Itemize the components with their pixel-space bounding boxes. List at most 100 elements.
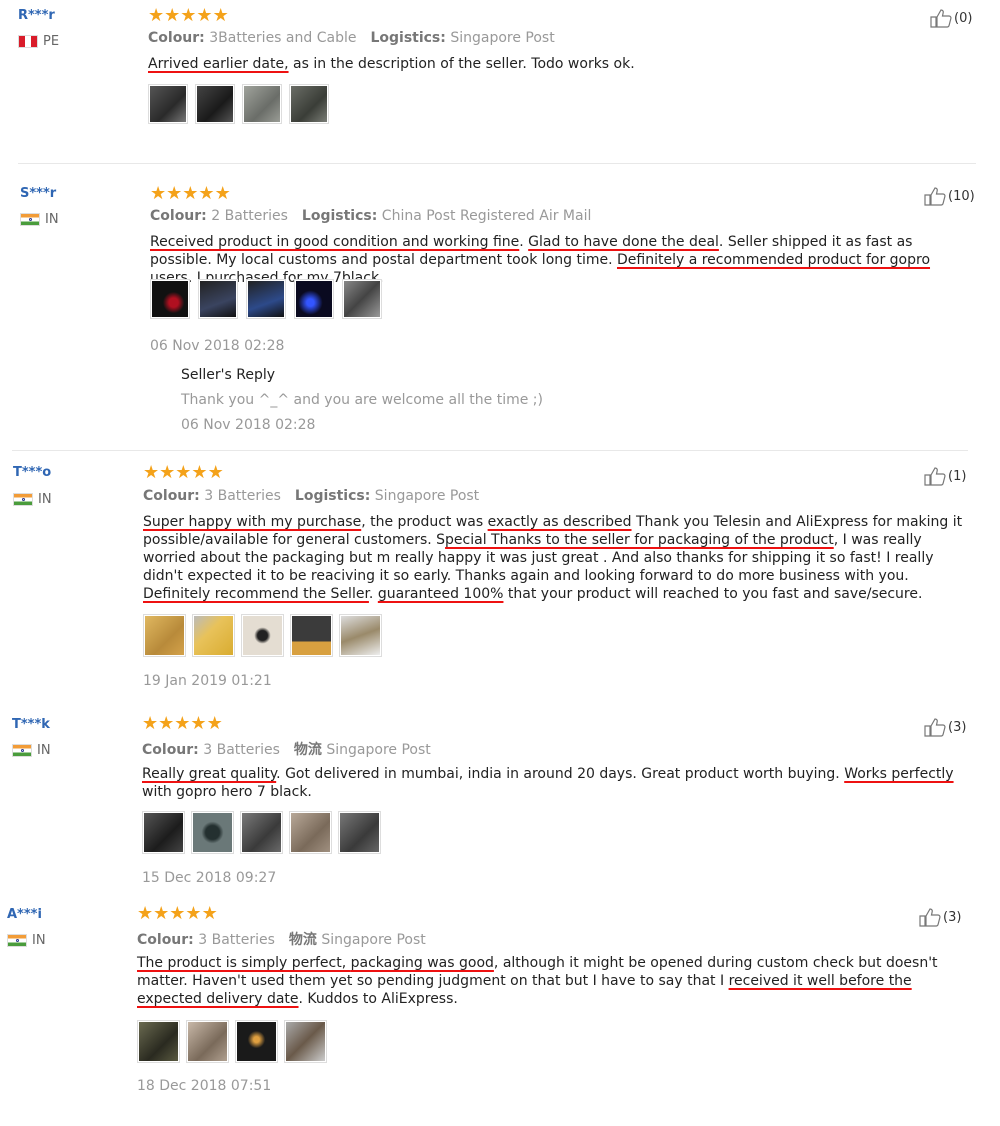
review-photo[interactable]: [342, 279, 382, 319]
india-flag-icon: [20, 213, 40, 226]
star-icon: ★: [196, 5, 213, 26]
review-photo[interactable]: [339, 614, 382, 657]
review-photo[interactable]: [246, 279, 286, 319]
star-icon: ★: [180, 5, 197, 26]
review-divider: [12, 450, 968, 451]
helpful-button[interactable]: (1): [924, 466, 966, 486]
order-info: Colour: 3 Batteries Logistics: Singapore …: [143, 488, 479, 504]
review-photos: [137, 1020, 327, 1063]
review-photo[interactable]: [338, 811, 381, 854]
review-text: Really great quality. Got delivered in m…: [142, 766, 954, 800]
logistics-value: Singapore Post: [374, 488, 480, 504]
review-item: A***i IN ★ ★ ★ ★ ★ Colour: 3 Batteries 物流 Sin…: [0, 900, 1000, 1110]
helpful-count: (10): [948, 188, 975, 204]
reviewer-name[interactable]: S***r: [20, 186, 56, 201]
star-icon: ★: [185, 903, 202, 924]
colour-value: 3Batteries and Cable: [209, 30, 357, 46]
helpful-count: (3): [948, 719, 967, 735]
star-rating: ★ ★ ★ ★ ★: [137, 905, 218, 923]
seller-reply-title: Seller's Reply: [181, 367, 276, 383]
star-icon: ★: [148, 5, 165, 26]
reviewer-country: PE: [18, 34, 59, 49]
logistics-label: Logistics:: [294, 488, 371, 504]
review-item: T***o IN ★ ★ ★ ★ ★ Colour: 3 Batteries Logist…: [0, 458, 1000, 698]
country-code: PE: [43, 34, 60, 49]
review-photo[interactable]: [186, 1020, 229, 1063]
logistics-value: China Post Registered Air Mail: [381, 208, 592, 224]
seller-reply-text: Thank you ^_^ and you are welcome all th…: [181, 392, 543, 408]
peru-flag-icon: [18, 35, 38, 48]
star-icon: ★: [142, 713, 159, 734]
colour-label: Colour:: [143, 488, 200, 504]
review-photo[interactable]: [150, 279, 190, 319]
star-rating: ★ ★ ★ ★ ★: [148, 7, 229, 25]
reviewer-name[interactable]: A***i: [7, 907, 42, 922]
review-photo[interactable]: [148, 84, 188, 124]
logistics-value: Singapore Post: [326, 742, 431, 758]
helpful-button[interactable]: (0): [930, 8, 972, 28]
review-photo[interactable]: [290, 614, 333, 657]
review-text: Super happy with my purchase, the produc…: [143, 514, 963, 602]
thumbs-up-icon: [924, 718, 946, 737]
star-icon: ★: [150, 183, 167, 204]
star-icon: ★: [201, 903, 218, 924]
review-photo[interactable]: [191, 811, 234, 854]
country-code: IN: [32, 933, 46, 948]
review-photo[interactable]: [242, 84, 282, 124]
country-code: IN: [45, 212, 59, 227]
review-photo[interactable]: [195, 84, 235, 124]
review-photo[interactable]: [142, 811, 185, 854]
thumbs-up-icon: [924, 187, 946, 206]
review-photo[interactable]: [198, 279, 238, 319]
review-photo[interactable]: [240, 811, 283, 854]
logistics-value: Singapore Post: [321, 932, 426, 948]
star-icon: ★: [153, 903, 170, 924]
review-date: 15 Dec 2018 09:27: [142, 870, 277, 886]
reviewer-name[interactable]: T***k: [12, 717, 50, 732]
helpful-button[interactable]: (3): [919, 907, 961, 927]
india-flag-icon: [13, 493, 33, 506]
reviewer-name[interactable]: R***r: [18, 8, 55, 23]
review-photo[interactable]: [289, 84, 329, 124]
star-icon: ★: [159, 462, 176, 483]
helpful-button[interactable]: (10): [924, 186, 975, 206]
reviewer-country: IN: [12, 743, 51, 758]
review-item: T***k IN ★ ★ ★ ★ ★ Colour: 3 Batteries 物流 Sin…: [0, 710, 1000, 895]
india-flag-icon: [7, 934, 27, 947]
logistics-value: Singapore Post: [450, 30, 555, 46]
colour-value: 3 Batteries: [204, 488, 281, 504]
star-icon: ★: [166, 183, 183, 204]
star-icon: ★: [175, 462, 192, 483]
colour-value: 3 Batteries: [203, 742, 280, 758]
colour-value: 3 Batteries: [198, 932, 275, 948]
star-icon: ★: [137, 903, 154, 924]
star-icon: ★: [190, 713, 207, 734]
star-icon: ★: [198, 183, 215, 204]
review-photo[interactable]: [241, 614, 284, 657]
star-icon: ★: [206, 713, 223, 734]
star-icon: ★: [174, 713, 191, 734]
review-photo[interactable]: [143, 614, 186, 657]
helpful-button[interactable]: (3): [924, 717, 966, 737]
colour-label: Colour:: [148, 30, 205, 46]
reviewer-country: IN: [13, 492, 52, 507]
thumbs-up-icon: [919, 908, 941, 927]
star-icon: ★: [164, 5, 181, 26]
review-photo[interactable]: [137, 1020, 180, 1063]
reviewer-name[interactable]: T***o: [13, 465, 51, 480]
review-photo[interactable]: [235, 1020, 278, 1063]
star-icon: ★: [169, 903, 186, 924]
review-photo[interactable]: [284, 1020, 327, 1063]
thumbs-up-icon: [924, 467, 946, 486]
review-photo[interactable]: [294, 279, 334, 319]
star-icon: ★: [212, 5, 229, 26]
review-photos: [143, 614, 382, 657]
helpful-count: (0): [954, 10, 973, 26]
logistics-label: Logistics:: [301, 208, 378, 224]
star-icon: ★: [214, 183, 231, 204]
review-photo[interactable]: [289, 811, 332, 854]
reviewer-country: IN: [20, 212, 59, 227]
review-photo[interactable]: [192, 614, 235, 657]
review-date: 18 Dec 2018 07:51: [137, 1078, 272, 1094]
logistics-label: 物流: [288, 932, 317, 948]
